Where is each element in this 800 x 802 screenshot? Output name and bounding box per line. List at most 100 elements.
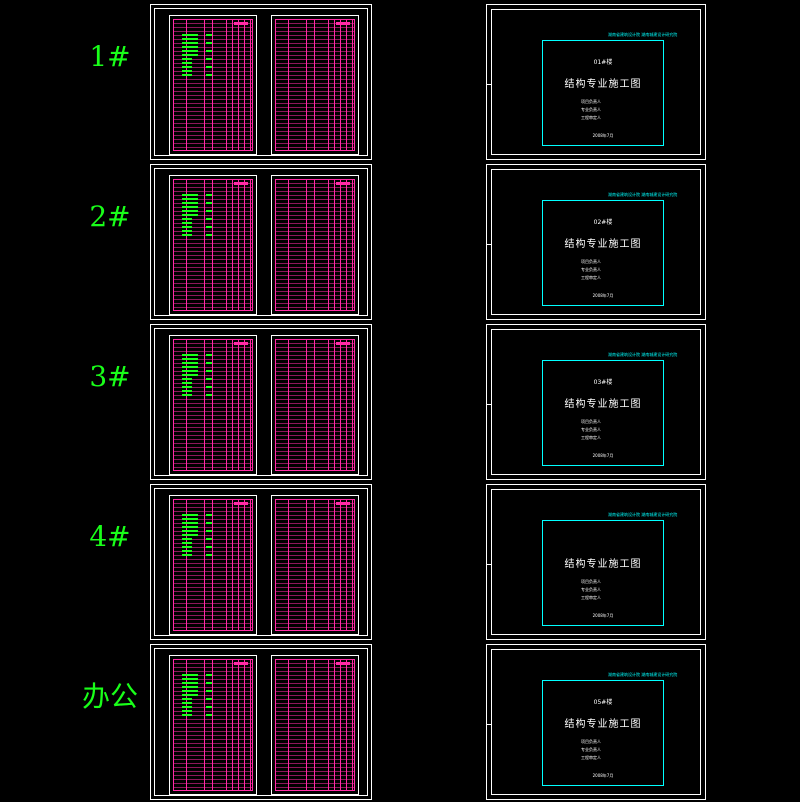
table-column-line bbox=[346, 340, 347, 470]
table-column-line bbox=[346, 20, 347, 150]
highlighted-entry bbox=[182, 46, 198, 48]
signature-block: 项目负责人 专业负责人 工程审定人 bbox=[581, 578, 601, 602]
highlighted-entry bbox=[206, 714, 212, 716]
index-sheet[interactable] bbox=[150, 644, 372, 800]
table-column-line bbox=[334, 500, 335, 630]
highlighted-entry bbox=[182, 230, 192, 232]
cover-sheet[interactable]: 湖南省建筑设计院 湖南城建设计研究院 结构专业施工图 项目负责人 专业负责人 工程审定人… bbox=[486, 484, 706, 640]
highlighted-entry bbox=[206, 354, 212, 356]
row-label: 1# bbox=[89, 40, 131, 73]
sheet-inner-frame bbox=[154, 328, 368, 476]
table-column-line bbox=[212, 20, 213, 150]
index-page-right bbox=[271, 335, 359, 475]
cover-inner-frame: 湖南省建筑设计院 湖南城建设计研究院 05#楼 结构专业施工图 项目负责人 专业负责人工… bbox=[487, 649, 701, 795]
table-column-line bbox=[226, 180, 227, 310]
table-column-line bbox=[232, 20, 233, 150]
cover-title-box: 01#楼 结构专业施工图 项目负责人 专业负责人 工程审定人 2008年7月 bbox=[542, 40, 664, 146]
binding-mark bbox=[487, 84, 492, 85]
index-sheet[interactable] bbox=[150, 4, 372, 160]
cover-sheet[interactable]: 湖南省建筑设计院 湖南城建设计研究院 01#楼 结构专业施工图 项目负责人 专业负责人工… bbox=[486, 4, 706, 160]
table-header-bar bbox=[336, 502, 350, 505]
table-column-line bbox=[314, 20, 315, 150]
highlighted-entry bbox=[182, 198, 198, 200]
table-column-line bbox=[340, 180, 341, 310]
table-grid bbox=[275, 499, 355, 631]
highlighted-entry bbox=[182, 354, 198, 356]
table-column-line bbox=[232, 340, 233, 470]
table-column-line bbox=[244, 20, 245, 150]
signature-line: 项目负责人 bbox=[581, 579, 601, 584]
binding-mark bbox=[487, 564, 492, 565]
highlighted-entry bbox=[182, 202, 198, 204]
table-column-line bbox=[352, 180, 353, 310]
table-header-bar bbox=[234, 182, 248, 185]
highlighted-entry bbox=[182, 550, 192, 552]
highlighted-entry bbox=[206, 378, 212, 380]
highlighted-entry bbox=[182, 382, 192, 384]
highlighted-entry bbox=[206, 66, 212, 68]
index-sheet[interactable] bbox=[150, 484, 372, 640]
highlighted-entry bbox=[182, 62, 192, 64]
highlighted-entry bbox=[182, 534, 198, 536]
table-header-bar bbox=[234, 502, 248, 505]
cover-date: 2008年7月 bbox=[592, 613, 614, 618]
highlighted-entry bbox=[182, 530, 198, 532]
signature-line: 项目负责人 bbox=[581, 739, 601, 744]
cover-inner-frame: 湖南省建筑设计院 湖南城建设计研究院 01#楼 结构专业施工图 项目负责人 专业负责人工… bbox=[487, 9, 701, 155]
cover-date: 2008年7月 bbox=[592, 773, 614, 778]
table-column-line bbox=[238, 180, 239, 310]
sheet-inner-frame bbox=[154, 648, 368, 796]
cover-header-note: 湖南省建筑设计院 湖南城建设计研究院 bbox=[608, 672, 678, 677]
sheet-inner-frame bbox=[154, 8, 368, 156]
table-column-line bbox=[238, 340, 239, 470]
cover-sheet[interactable]: 湖南省建筑设计院 湖南城建设计研究院 02#楼 结构专业施工图 项目负责人 专业负责人工… bbox=[486, 164, 706, 320]
cover-inner-frame: 湖南省建筑设计院 湖南城建设计研究院 03#楼 结构专业施工图 项目负责人 专业负责人工… bbox=[487, 329, 701, 475]
highlighted-entry bbox=[182, 390, 192, 392]
highlighted-entry bbox=[182, 374, 198, 376]
table-column-line bbox=[212, 500, 213, 630]
highlighted-entry bbox=[206, 522, 212, 524]
index-sheet[interactable] bbox=[150, 164, 372, 320]
highlighted-entry bbox=[182, 706, 192, 708]
highlighted-entry bbox=[182, 686, 198, 688]
highlighted-entry bbox=[182, 710, 192, 712]
table-column-line bbox=[244, 660, 245, 790]
table-grid bbox=[173, 339, 253, 471]
highlighted-entry bbox=[182, 394, 192, 396]
cover-date: 2008年7月 bbox=[592, 133, 614, 138]
index-sheet[interactable] bbox=[150, 324, 372, 480]
signature-block: 项目负责人 专业负责人 工程审定人 bbox=[581, 98, 601, 122]
table-column-line bbox=[288, 20, 289, 150]
table-column-line bbox=[204, 340, 205, 470]
signature-line: 工程审定人 bbox=[581, 435, 601, 440]
highlighted-entry bbox=[182, 526, 198, 528]
highlighted-entry bbox=[182, 386, 192, 388]
highlighted-entry bbox=[182, 682, 198, 684]
table-header-bar bbox=[234, 662, 248, 665]
cover-sheet[interactable]: 湖南省建筑设计院 湖南城建设计研究院 05#楼 结构专业施工图 项目负责人 专业负责人工… bbox=[486, 644, 706, 800]
cover-sheet[interactable]: 湖南省建筑设计院 湖南城建设计研究院 03#楼 结构专业施工图 项目负责人 专业负责人工… bbox=[486, 324, 706, 480]
table-column-line bbox=[352, 500, 353, 630]
table-column-line bbox=[288, 500, 289, 630]
table-column-line bbox=[306, 340, 307, 470]
table-column-line bbox=[328, 500, 329, 630]
table-column-line bbox=[314, 500, 315, 630]
signature-line: 工程审定人 bbox=[581, 595, 601, 600]
cover-inner-frame: 湖南省建筑设计院 湖南城建设计研究院 02#楼 结构专业施工图 项目负责人 专业负责人工… bbox=[487, 169, 701, 315]
cover-main-title: 结构专业施工图 bbox=[564, 239, 642, 250]
table-column-line bbox=[226, 20, 227, 150]
table-column-line bbox=[306, 180, 307, 310]
highlighted-entry bbox=[182, 370, 198, 372]
highlighted-entry bbox=[182, 214, 198, 216]
cover-header-note: 湖南省建筑设计院 湖南城建设计研究院 bbox=[608, 512, 678, 517]
table-grid bbox=[173, 179, 253, 311]
signature-block: 项目负责人 专业负责人 工程审定人 bbox=[581, 738, 601, 762]
table-column-line bbox=[204, 660, 205, 790]
highlighted-entry bbox=[182, 50, 198, 52]
highlighted-entry bbox=[182, 54, 198, 56]
highlighted-entry bbox=[182, 678, 198, 680]
highlighted-entry bbox=[206, 370, 212, 372]
cover-header-note: 湖南省建筑设计院 湖南城建设计研究院 bbox=[608, 352, 678, 357]
table-column-line bbox=[288, 340, 289, 470]
highlighted-entry bbox=[182, 42, 198, 44]
